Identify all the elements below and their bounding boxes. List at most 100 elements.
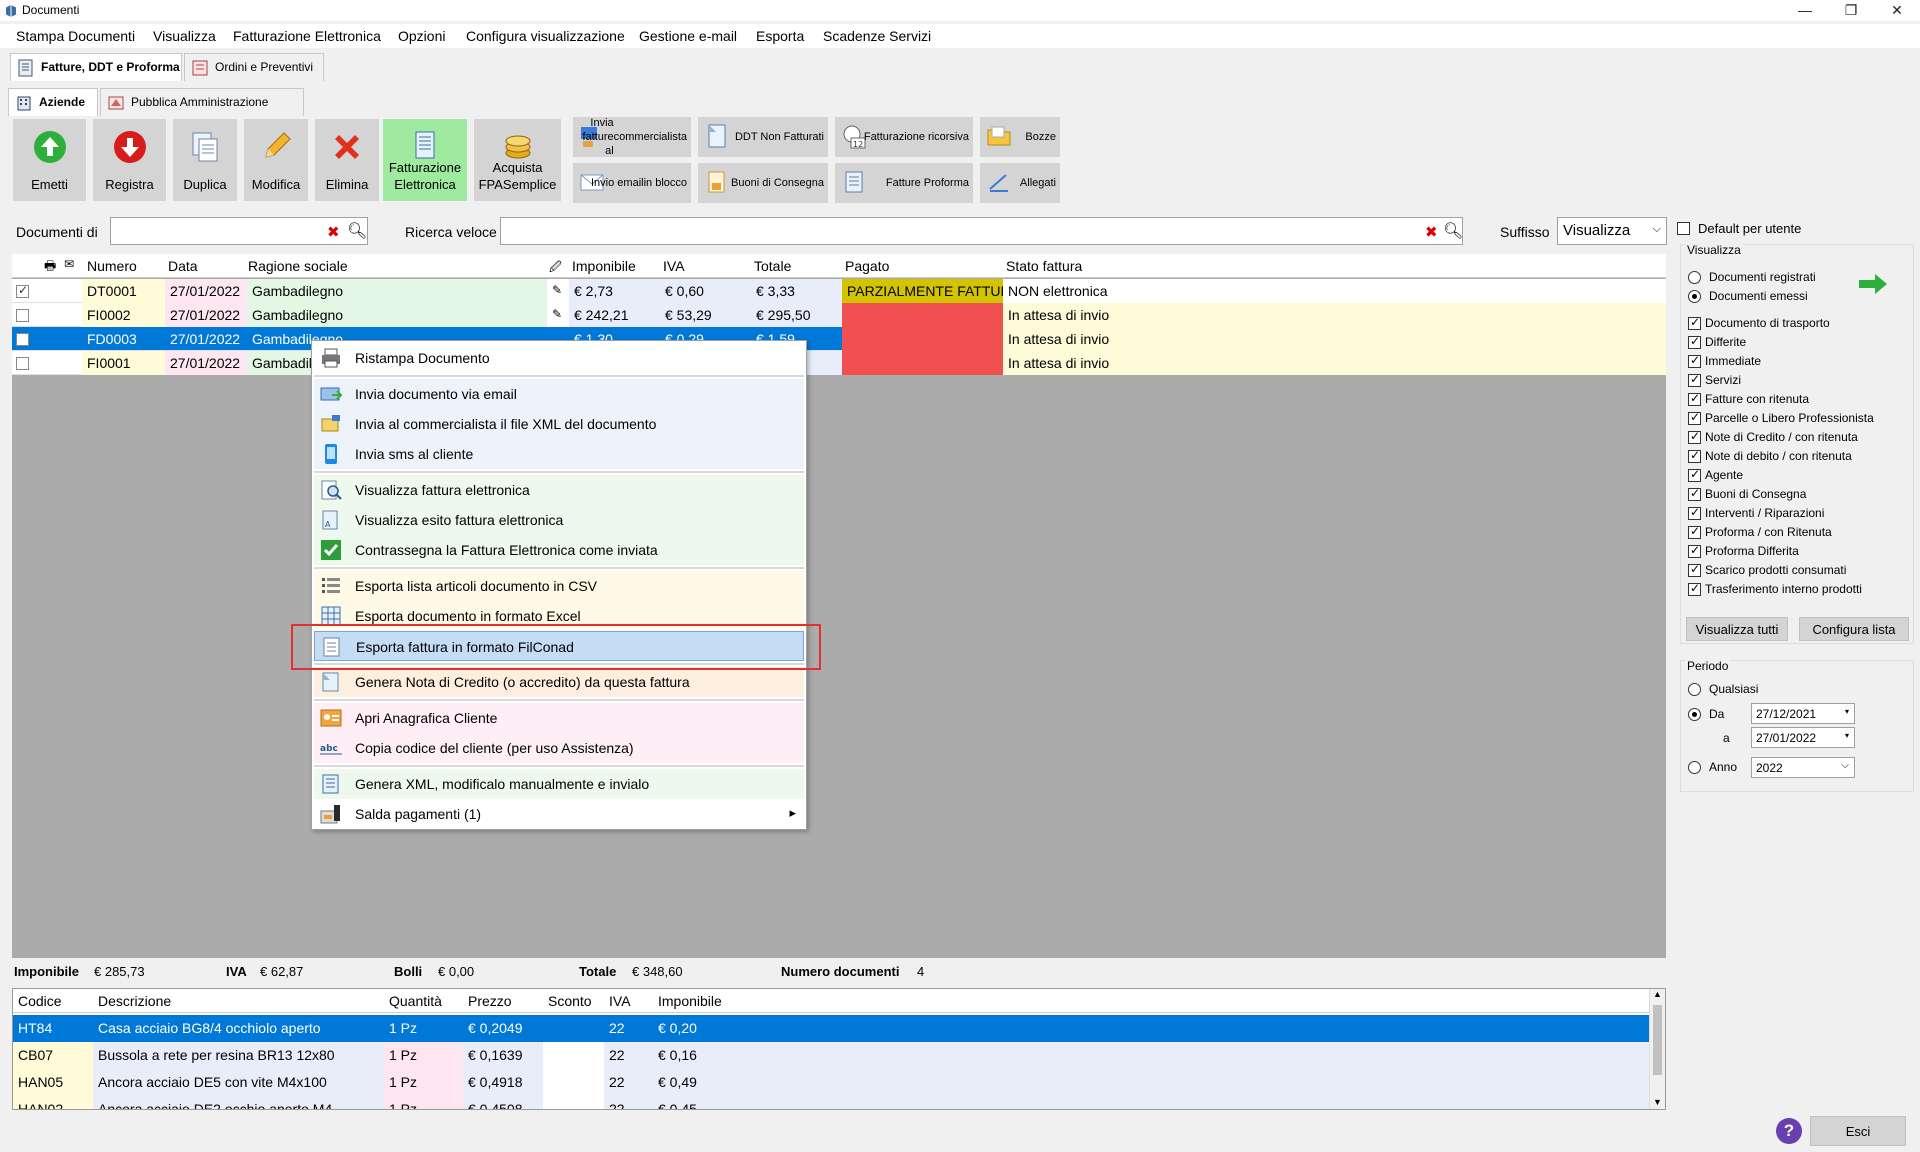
col-totale[interactable]: Totale (754, 258, 791, 274)
emetti-button[interactable]: Emetti (13, 119, 86, 201)
elimina-button[interactable]: Elimina (315, 119, 379, 201)
date-da-picker[interactable]: 27/12/2021 ▾ (1751, 703, 1855, 724)
ddt-non-fatturati-button[interactable]: DDT Non Fatturati (698, 117, 828, 157)
check-trasferimento-interno[interactable] (1688, 581, 1701, 596)
table-row[interactable]: FI0002 27/01/2022 Gambadilegno ✎ € 242,2… (12, 303, 1666, 327)
radio-da[interactable] (1688, 708, 1701, 721)
detail-row[interactable]: HAN05 Ancora acciaio DE5 con vite M4x100… (13, 1069, 1649, 1096)
check-buoni-consegna[interactable] (1688, 486, 1701, 501)
col-iva[interactable]: IVA (663, 258, 685, 274)
menu-item-apri-anagrafica[interactable]: Apri Anagrafica Cliente (314, 703, 804, 733)
col-imponibile[interactable]: Imponibile (572, 258, 636, 274)
check-differite[interactable] (1688, 334, 1701, 349)
col-codice[interactable]: Codice (18, 993, 62, 1009)
check-scarico-prodotti[interactable] (1688, 562, 1701, 577)
col-quantita[interactable]: Quantità (389, 993, 442, 1009)
menu-item-esporta-filconad[interactable]: Esporta fattura in formato FilConad (314, 631, 804, 661)
scroll-up-icon[interactable]: ▲ (1653, 989, 1662, 999)
menu-item-invia-commercialista[interactable]: Invia al commercialista il file XML del … (314, 409, 804, 439)
check-fatture-ritenuta[interactable] (1688, 391, 1701, 406)
col-iva[interactable]: IVA (609, 993, 631, 1009)
help-icon[interactable]: ? (1776, 1118, 1802, 1144)
allegati-button[interactable]: Allegati (980, 163, 1060, 203)
menu-item-invia-sms[interactable]: Invia sms al cliente (314, 439, 804, 469)
check-servizi[interactable] (1688, 372, 1701, 387)
green-arrow-right-icon[interactable] (1857, 273, 1889, 295)
detail-row[interactable]: HAN02 Ancora acciaio DE2 occhio aperto M… (13, 1096, 1649, 1109)
date-a-picker[interactable]: 27/01/2022 ▾ (1751, 727, 1855, 748)
col-stato-fattura[interactable]: Stato fattura (1006, 258, 1082, 274)
menu-esporta[interactable]: Esporta (756, 28, 804, 44)
tab-aziende[interactable]: Aziende (8, 88, 98, 116)
menu-visualizza[interactable]: Visualizza (153, 28, 216, 44)
default-utente-checkbox[interactable] (1677, 222, 1690, 235)
menu-item-contrassegna-inviata[interactable]: Contrassegna la Fattura Elettronica come… (314, 535, 804, 565)
restore-button[interactable]: ❐ (1828, 0, 1874, 22)
suffisso-select[interactable]: Visualizza ⌵ (1557, 217, 1667, 245)
check-interventi[interactable] (1688, 505, 1701, 520)
anno-select[interactable]: 2022 ⌵ (1751, 757, 1855, 778)
menu-item-esporta-excel[interactable]: Esporta documento in formato Excel (314, 601, 804, 631)
row-checkbox[interactable] (16, 309, 29, 322)
clear-x-icon[interactable]: ✖ (327, 223, 340, 241)
registra-button[interactable]: Registra (93, 119, 166, 201)
col-prezzo[interactable]: Prezzo (468, 993, 512, 1009)
col-data[interactable]: Data (168, 258, 198, 274)
bozze-button[interactable]: Bozze (980, 117, 1060, 157)
buoni-consegna-button[interactable]: Buoni di Consegna (698, 163, 828, 203)
table-row[interactable]: DT0001 27/01/2022 Gambadilegno ✎ € 2,73 … (12, 279, 1666, 303)
radio-documenti-emessi[interactable] (1688, 290, 1701, 303)
ricerca-veloce-input[interactable]: ✖ 🔍︎ (500, 217, 1463, 245)
tab-fatture-ddt-proforma[interactable]: Fatture, DDT e Proforma (10, 53, 182, 81)
fatturazione-elettronica-button[interactable]: Fatturazione Elettronica (383, 119, 467, 201)
menu-item-visualizza-esito[interactable]: A Visualizza esito fattura elettronica (314, 505, 804, 535)
menu-gestione-email[interactable]: Gestione e-mail (639, 28, 737, 44)
fatturazione-ricorsiva-button[interactable]: 12 Fatturazione ricorsiva (835, 117, 973, 157)
acquista-fpasemplice-button[interactable]: Acquista FPASemplice (474, 119, 561, 201)
detail-row[interactable]: CB07 Bussola a rete per resina BR13 12x8… (13, 1042, 1649, 1069)
clear-x-icon[interactable]: ✖ (1425, 223, 1438, 241)
menu-item-genera-nota-credito[interactable]: Genera Nota di Credito (o accredito) da … (314, 667, 804, 697)
menu-fatturazione-elettronica[interactable]: Fatturazione Elettronica (233, 28, 381, 44)
col-numero[interactable]: Numero (87, 258, 137, 274)
fatture-proforma-button[interactable]: Fatture Proforma (835, 163, 973, 203)
scroll-thumb[interactable] (1653, 1005, 1662, 1075)
menu-configura-visualizzazione[interactable]: Configura visualizzazione (466, 28, 625, 44)
row-checkbox[interactable] (16, 357, 29, 370)
tab-pubblica-amministrazione[interactable]: Pubblica Amministrazione (100, 88, 304, 116)
table-row[interactable]: FI0001 27/01/2022 Gambadilegno In attesa… (12, 351, 1666, 375)
check-note-debito[interactable] (1688, 448, 1701, 463)
check-immediate[interactable] (1688, 353, 1701, 368)
visualizza-tutti-button[interactable]: Visualizza tutti (1686, 617, 1788, 641)
row-checkbox[interactable] (16, 333, 29, 346)
row-pencil-icon[interactable]: ✎ (547, 303, 569, 327)
row-checkbox[interactable] (16, 283, 29, 298)
menu-item-copia-codice[interactable]: abc Copia codice del cliente (per uso As… (314, 733, 804, 763)
menu-scadenze-servizi[interactable]: Scadenze Servizi (823, 28, 931, 44)
col-ragione-sociale[interactable]: Ragione sociale (248, 258, 348, 274)
radio-qualsiasi[interactable] (1688, 683, 1701, 696)
scroll-down-icon[interactable]: ▼ (1653, 1097, 1662, 1107)
minimize-button[interactable]: — (1782, 0, 1828, 22)
col-sconto[interactable]: Sconto (548, 993, 592, 1009)
radio-anno[interactable] (1688, 761, 1701, 774)
configura-lista-button[interactable]: Configura lista (1799, 617, 1909, 641)
close-button[interactable]: ✕ (1874, 0, 1920, 22)
col-imponibile[interactable]: Imponibile (658, 993, 722, 1009)
invio-email-blocco-button[interactable]: Invio email in blocco (573, 163, 691, 203)
check-proforma-differita[interactable] (1688, 543, 1701, 558)
radio-documenti-registrati[interactable] (1688, 271, 1701, 284)
duplica-button[interactable]: Duplica (173, 119, 237, 201)
row-pencil-icon[interactable]: ✎ (547, 279, 569, 303)
esci-button[interactable]: Esci (1810, 1116, 1906, 1146)
tab-ordini-preventivi[interactable]: Ordini e Preventivi (184, 53, 324, 81)
col-pagato[interactable]: Pagato (845, 258, 889, 274)
search-icon[interactable]: 🔍︎ (1443, 221, 1463, 241)
table-row-selected[interactable]: FD0003 27/01/2022 Gambadilegno € 1,30 € … (12, 327, 1666, 351)
menu-item-visualizza-fattura[interactable]: Visualizza fattura elettronica (314, 475, 804, 505)
menu-item-genera-xml[interactable]: Genera XML, modificalo manualmente e inv… (314, 769, 804, 799)
check-parcelle[interactable] (1688, 410, 1701, 425)
menu-item-salda-pagamenti[interactable]: Salda pagamenti (1) ▸ (314, 799, 804, 829)
check-note-credito[interactable] (1688, 429, 1701, 444)
detail-row-selected[interactable]: HT84 Casa acciaio BG8/4 occhiolo aperto … (13, 1015, 1649, 1042)
